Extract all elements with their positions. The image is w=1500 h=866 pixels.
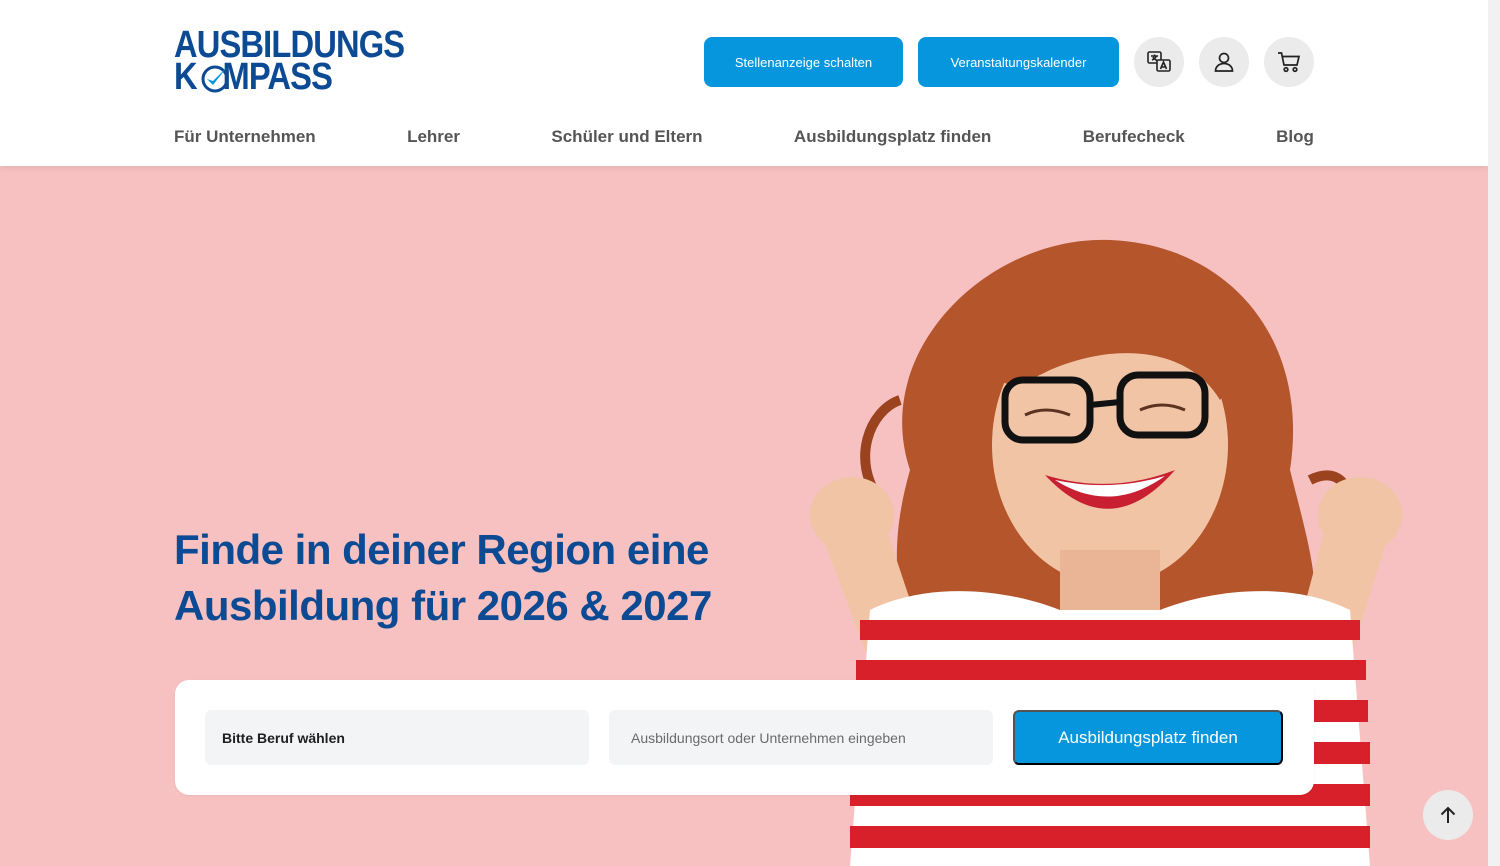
location-input[interactable] — [631, 729, 993, 746]
nav-item-students-parents[interactable]: Schüler und Eltern — [551, 127, 702, 147]
cart-icon — [1278, 52, 1301, 73]
account-button[interactable] — [1199, 37, 1249, 87]
arrow-up-icon — [1440, 806, 1456, 823]
profession-select-value: Bitte Beruf wählen — [222, 729, 345, 746]
find-apprenticeship-button[interactable]: Ausbildungsplatz finden — [1013, 710, 1283, 765]
hero-headline: Finde in deiner Region eine Ausbildung f… — [174, 522, 774, 634]
nav-item-job-check[interactable]: Berufecheck — [1083, 127, 1185, 147]
search-form: Bitte Beruf wählen Ausbildungsplatz find… — [175, 680, 1314, 795]
site-header: AUSBILDUNGS K MPASS Stellenanzeige schalt… — [0, 0, 1488, 166]
nav-item-teachers[interactable]: Lehrer — [407, 127, 460, 147]
event-calendar-button[interactable]: Veranstaltungskalender — [918, 37, 1119, 87]
logo-line-2: K MPASS — [174, 56, 333, 98]
nav-item-blog[interactable]: Blog — [1276, 127, 1314, 147]
compass-check-icon — [201, 65, 229, 93]
cart-button[interactable] — [1264, 37, 1314, 87]
hero-headline-line-1: Finde in deiner Region eine — [174, 526, 709, 573]
language-button[interactable] — [1134, 37, 1184, 87]
scroll-to-top-button[interactable] — [1423, 790, 1473, 840]
hero-headline-line-2: Ausbildung für 2026 & 2027 — [174, 582, 712, 629]
translate-icon — [1147, 51, 1171, 72]
nav-item-companies[interactable]: Für Unternehmen — [174, 127, 316, 147]
user-icon — [1214, 52, 1234, 72]
post-job-ad-button[interactable]: Stellenanzeige schalten — [704, 37, 903, 87]
scrollbar-track[interactable] — [1488, 0, 1500, 866]
profession-select[interactable]: Bitte Beruf wählen — [205, 710, 589, 765]
location-field[interactable] — [609, 710, 993, 765]
site-logo[interactable]: AUSBILDUNGS K MPASS — [174, 26, 434, 98]
main-navigation: Für Unternehmen Lehrer Schüler und Elter… — [174, 124, 1314, 150]
nav-item-find-apprenticeship[interactable]: Ausbildungsplatz finden — [794, 127, 991, 147]
